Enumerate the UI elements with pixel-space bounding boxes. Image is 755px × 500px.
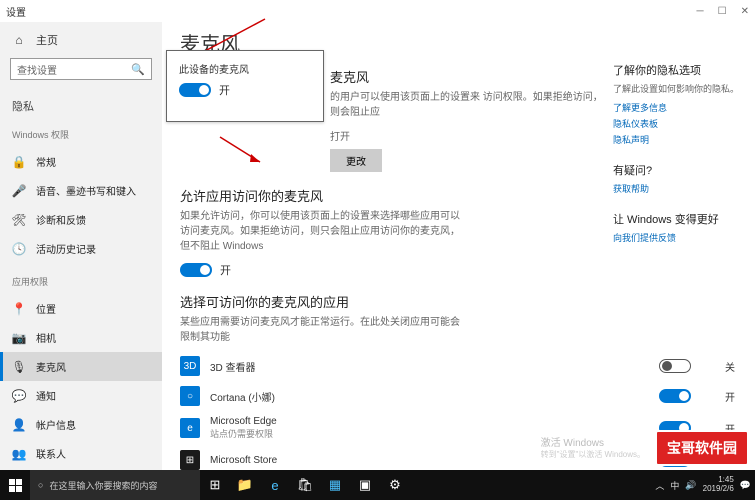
home-button[interactable]: ⌂ 主页: [0, 26, 162, 54]
app-row: 3D 3D 查看器 关: [180, 351, 745, 381]
toggle-label: 开: [219, 82, 230, 98]
microphone-icon: 🎙: [12, 360, 26, 374]
app-icon: ⊞: [180, 450, 200, 470]
app-row: ○ Cortana (小娜) 开: [180, 381, 745, 411]
maximize-icon[interactable]: ☐: [718, 6, 727, 17]
lock-icon: 🔒: [12, 155, 26, 169]
allow-apps-toggle[interactable]: [180, 263, 212, 277]
sidebar-item-diagnostics[interactable]: 🛠诊断和反馈: [0, 205, 162, 234]
help-text: 了解此设置如何影响你的隐私。: [613, 82, 743, 95]
edge-icon[interactable]: e: [260, 470, 290, 500]
device-microphone-callout: 此设备的麦克风 开: [166, 50, 324, 122]
tray-up-icon[interactable]: ︿: [655, 479, 664, 492]
app-icon[interactable]: ▣: [350, 470, 380, 500]
section-line: 打开: [330, 130, 610, 145]
help-link[interactable]: 隐私仪表板: [613, 117, 743, 130]
app-icon[interactable]: ▦: [320, 470, 350, 500]
app-icon: e: [180, 418, 200, 438]
app-name: Cortana (小娜): [210, 389, 649, 404]
task-view-icon[interactable]: ⊞: [200, 470, 230, 500]
section-heading-3: 选择可访问你的麦克风的应用: [180, 292, 745, 311]
notification-icon: 💬: [12, 389, 26, 403]
close-icon[interactable]: ✕: [741, 6, 749, 17]
contacts-icon: 👥: [12, 447, 26, 461]
taskbar: ○ 在这里输入你要搜索的内容 ⊞ 📁 e 🛍 ▦ ▣ ⚙ ︿ 中 🔊 1:45 …: [0, 470, 755, 500]
sidebar-item-speech[interactable]: 🎤语音、墨迹书写和键入: [0, 176, 162, 205]
group-label: Windows 权限: [0, 118, 162, 145]
camera-icon: 📷: [12, 331, 26, 345]
feedback-icon: 🛠: [12, 213, 26, 227]
toggle-label: 关: [725, 359, 735, 374]
sidebar-item-microphone[interactable]: 🎙麦克风: [0, 352, 162, 381]
search-icon: 🔍: [131, 63, 145, 76]
windows-icon: [9, 479, 22, 492]
help-title-2: 有疑问?: [613, 162, 743, 178]
location-icon: 📍: [12, 302, 26, 316]
help-title-3: 让 Windows 变得更好: [613, 211, 743, 227]
help-link[interactable]: 了解更多信息: [613, 101, 743, 114]
section-desc-2: 如果允许访问，你可以使用该页面上的设置来选择哪些应用可以访问麦克风。如果拒绝访问…: [180, 209, 460, 254]
sidebar-item-general[interactable]: 🔒常规: [0, 147, 162, 176]
app-toggle[interactable]: [659, 389, 691, 403]
change-button[interactable]: 更改: [330, 149, 382, 172]
home-label: 主页: [36, 32, 58, 48]
sidebar-item-notifications[interactable]: 💬通知: [0, 381, 162, 410]
app-name: 3D 查看器: [210, 359, 649, 374]
toggle-label: 开: [220, 262, 231, 278]
app-icon: ○: [180, 386, 200, 406]
ime-icon[interactable]: 中: [670, 479, 679, 492]
device-mic-toggle[interactable]: [179, 83, 211, 97]
category-label: 隐私: [0, 88, 162, 118]
store-icon[interactable]: 🛍: [290, 470, 320, 500]
help-title: 了解你的隐私选项: [613, 62, 743, 78]
sidebar-item-location[interactable]: 📍位置: [0, 294, 162, 323]
taskbar-search-text: 在这里输入你要搜索的内容: [49, 479, 157, 492]
window-title: 设置: [6, 4, 26, 19]
help-link[interactable]: 向我们提供反馈: [613, 231, 743, 244]
volume-icon[interactable]: 🔊: [685, 480, 696, 491]
search-placeholder: 查找设置: [17, 62, 57, 77]
section-desc: 的用户可以使用该页面上的设置来 访问权限。如果拒绝访问，则会阻止应: [330, 90, 610, 120]
callout-title: 此设备的麦克风: [179, 61, 311, 76]
search-icon: ○: [38, 480, 43, 490]
settings-taskbar-icon[interactable]: ⚙: [380, 470, 410, 500]
taskbar-search[interactable]: ○ 在这里输入你要搜索的内容: [30, 470, 200, 500]
help-panel: 了解你的隐私选项 了解此设置如何影响你的隐私。 了解更多信息 隐私仪表板 隐私声…: [613, 62, 743, 247]
sidebar-item-activity[interactable]: 🕓活动历史记录: [0, 234, 162, 263]
action-center-icon[interactable]: 💬: [740, 480, 751, 491]
file-explorer-icon[interactable]: 📁: [230, 470, 260, 500]
watermark-badge: 宝哥软件园: [655, 430, 749, 466]
home-icon: ⌂: [12, 33, 26, 47]
sidebar-item-contacts[interactable]: 👥联系人: [0, 439, 162, 468]
help-link[interactable]: 隐私声明: [613, 133, 743, 146]
sidebar-item-account[interactable]: 👤帐户信息: [0, 410, 162, 439]
app-icon: 3D: [180, 356, 200, 376]
start-button[interactable]: [0, 470, 30, 500]
clock[interactable]: 1:45 2019/2/6: [703, 476, 734, 494]
app-name: Microsoft Edge: [210, 416, 649, 427]
section-desc-3: 某些应用需要访问麦克风才能正常运行。在此处关闭应用可能会限制其功能: [180, 315, 460, 345]
search-input[interactable]: 查找设置 🔍: [10, 58, 152, 80]
sidebar: ⌂ 主页 查找设置 🔍 隐私 Windows 权限 🔒常规 🎤语音、墨迹书写和键…: [0, 22, 162, 470]
app-toggle[interactable]: [659, 359, 691, 373]
speech-icon: 🎤: [12, 184, 26, 198]
history-icon: 🕓: [12, 242, 26, 256]
account-icon: 👤: [12, 418, 26, 432]
group-label-2: 应用权限: [0, 265, 162, 292]
minimize-icon[interactable]: ─: [697, 6, 704, 17]
activate-watermark: 激活 Windows 转到"设置"以激活 Windows。: [541, 434, 645, 460]
help-link[interactable]: 获取帮助: [613, 182, 743, 195]
sidebar-item-camera[interactable]: 📷相机: [0, 323, 162, 352]
toggle-label: 开: [725, 389, 735, 404]
